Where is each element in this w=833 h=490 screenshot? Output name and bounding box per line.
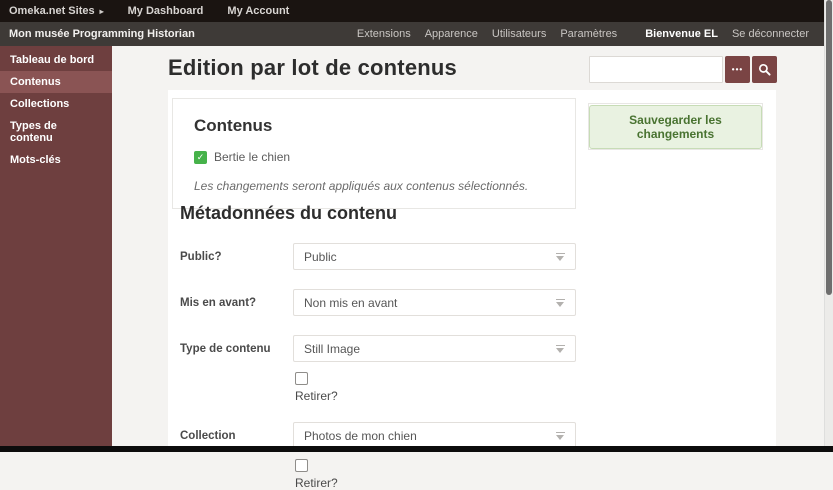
topbar-omeka-sites[interactable]: Omeka.net Sites ▸: [9, 5, 104, 17]
link-apparence[interactable]: Apparence: [425, 28, 478, 40]
content-sheet: Contenus ✓ Bertie le chien Les changemen…: [168, 90, 776, 490]
sidebar-item-mots-cles[interactable]: Mots-clés: [0, 149, 112, 171]
site-title-link[interactable]: Mon musée Programming Historian: [9, 28, 195, 40]
item-checkbox-row[interactable]: ✓ Bertie le chien: [194, 150, 554, 164]
link-extensions[interactable]: Extensions: [357, 28, 411, 40]
featured-select-value: Non mis en avant: [304, 295, 398, 310]
form-row-collection: Collection Photos de mon chien Retirer?: [180, 422, 750, 490]
item-type-select-value: Still Image: [304, 341, 361, 356]
topbar-my-account-label: My Account: [227, 5, 290, 17]
items-selection-panel: Contenus ✓ Bertie le chien Les changemen…: [172, 98, 576, 209]
topbar-omeka-sites-label: Omeka.net Sites: [9, 5, 95, 17]
admin-bar-links: Extensions Apparence Utilisateurs Paramè…: [357, 28, 809, 40]
collection-remove-label: Retirer?: [295, 476, 338, 490]
chevron-down-icon: [556, 344, 565, 354]
page-title: Edition par lot de contenus: [168, 55, 457, 80]
chevron-down-icon: [556, 298, 565, 308]
topbar-my-account[interactable]: My Account: [227, 5, 289, 17]
form-row-item-type: Type de contenu Still Image Retirer?: [180, 335, 750, 403]
form-row-public: Public? Public: [180, 243, 750, 270]
items-panel-title: Contenus: [194, 116, 273, 135]
item-checkbox-label: Bertie le chien: [214, 150, 291, 164]
sidebar-item-collections[interactable]: Collections: [0, 93, 112, 115]
collection-remove-checkbox[interactable]: [295, 459, 308, 472]
collection-label: Collection: [180, 430, 236, 442]
search-input[interactable]: [589, 56, 723, 83]
save-changes-button[interactable]: Sauvegarder les changements: [589, 104, 762, 149]
sidebar-item-tableau-de-bord[interactable]: Tableau de bord: [0, 49, 112, 71]
welcome-user-link[interactable]: Bienvenue EL: [645, 28, 718, 40]
search-submit-button[interactable]: [752, 56, 777, 83]
admin-bar: Mon musée Programming Historian Extensio…: [0, 22, 833, 46]
topbar-my-dashboard-label: My Dashboard: [127, 5, 204, 17]
bottom-border: [0, 446, 833, 452]
logout-link[interactable]: Se déconnecter: [732, 28, 809, 40]
link-parametres[interactable]: Paramètres: [560, 28, 617, 40]
sidebar-item-types-de-contenu[interactable]: Types de contenu: [0, 115, 112, 149]
checked-checkbox-icon[interactable]: ✓: [194, 150, 207, 164]
search-icon: [758, 63, 771, 76]
collection-select-value: Photos de mon chien: [304, 428, 417, 443]
chevron-down-icon: [556, 252, 565, 262]
collection-remove-block: Retirer?: [295, 459, 576, 490]
featured-label: Mis en avant?: [180, 297, 257, 309]
link-utilisateurs[interactable]: Utilisateurs: [492, 28, 546, 40]
public-select[interactable]: Public: [293, 243, 576, 270]
sidebar-item-contenus[interactable]: Contenus: [0, 71, 112, 93]
sidebar-nav: Tableau de bord Contenus Collections Typ…: [0, 46, 112, 452]
item-type-remove-label: Retirer?: [295, 389, 338, 403]
page-scrollbar[interactable]: [824, 0, 833, 452]
chevron-right-icon: ▸: [99, 6, 104, 16]
apply-note: Les changements seront appliqués aux con…: [194, 179, 529, 193]
app-shell: Tableau de bord Contenus Collections Typ…: [0, 46, 833, 490]
item-type-remove-block: Retirer?: [295, 372, 576, 403]
form-row-featured: Mis en avant? Non mis en avant: [180, 289, 750, 316]
scrollbar-thumb[interactable]: [826, 0, 832, 295]
save-panel: Sauvegarder les changements: [588, 103, 763, 150]
search-options-button[interactable]: •••: [725, 56, 750, 83]
search-bar: •••: [589, 56, 777, 83]
featured-select[interactable]: Non mis en avant: [293, 289, 576, 316]
global-topbar: Omeka.net Sites ▸ My Dashboard My Accoun…: [0, 0, 833, 22]
main-content: Edition par lot de contenus ••• Contenus: [112, 46, 833, 490]
item-type-label: Type de contenu: [180, 343, 271, 355]
chevron-down-icon: [556, 431, 565, 441]
item-type-remove-checkbox[interactable]: [295, 372, 308, 385]
form-title: Métadonnées du contenu: [180, 203, 398, 223]
ellipsis-icon: •••: [731, 65, 744, 74]
topbar-my-dashboard[interactable]: My Dashboard: [128, 5, 204, 17]
item-type-select[interactable]: Still Image: [293, 335, 576, 362]
collection-select[interactable]: Photos de mon chien: [293, 422, 576, 449]
public-select-value: Public: [304, 249, 337, 264]
public-label: Public?: [180, 251, 222, 263]
